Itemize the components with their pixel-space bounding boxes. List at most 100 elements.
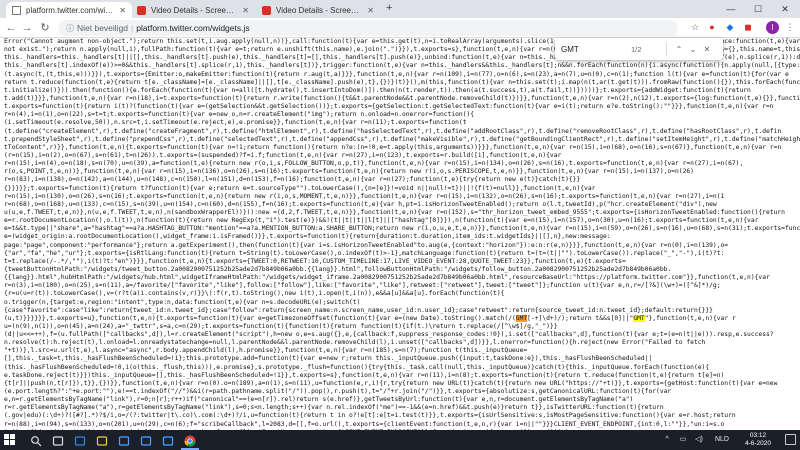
language-indicator[interactable]: NLD (710, 430, 734, 450)
code-line: o.trigger(n,{target:e,region:"intent",ty… (0, 299, 800, 307)
clock-date: 4-6-2020 (744, 440, 772, 447)
file-explorer-icon[interactable] (96, 434, 108, 446)
code-text: page:"page",component:"performance"};ret… (4, 241, 729, 249)
close-tab-icon[interactable]: ✕ (119, 6, 126, 15)
code-line: this._handlers[t].indexOf(e))>=0&&this._… (0, 62, 800, 70)
code-line: r=n(68),o=n(168),u=n(133),c=n(15),s=n(39… (0, 201, 800, 209)
code-line: {}}}}};t.exports=function(t){return t?fu… (0, 185, 800, 193)
code-line: e,n=r.getElementsByTagName("link"),r=0;n… (0, 396, 800, 404)
info-icon[interactable]: ⓘ (66, 24, 74, 33)
code-line: (this._hasFlushBeenScheduled=!0,i(o(this… (0, 364, 800, 372)
code-text: e=t&&t.type||"share",a="hashtag"==a?a.HA… (4, 225, 800, 233)
code-text: (d||u<<=++),f=(u.fullPath(["callbacks",d… (4, 331, 774, 339)
find-match-highlight: GMT (515, 314, 528, 322)
code-text: (.gov|edu)(:\d+)?([#?].*)?$/i,o=/(?:twit… (4, 412, 736, 420)
code-line: (t.async(t,(t,this,e)))}}),t.exports={Em… (0, 71, 800, 79)
code-text: r=n(3),i=n(100),o=n(25),s=n(11),a=/favor… (4, 282, 721, 290)
notifications-icon[interactable] (785, 434, 796, 445)
reload-button[interactable]: ↻ (38, 20, 52, 36)
screencastify-extension-icon[interactable]: ● (706, 21, 718, 34)
code-text: {tweetButtonHtmlPath:"/widgets/tweet_but… (4, 265, 672, 273)
code-text: t.add(t)}}},function(t,e,n){var r=n(18),… (4, 94, 800, 102)
code-line: (i.setTimeout(e.resolve,50)),n.src=t,i.s… (0, 119, 800, 127)
code-line: r=n(15),i=n(4),o=n(18),s=n(70),u=n(39),a… (0, 160, 800, 168)
code-line: r=n(83),i=n(138),o=n(142),a=n(144),u=n(1… (0, 176, 800, 184)
close-tab-icon[interactable]: ✕ (242, 6, 249, 15)
new-tab-button[interactable]: + (386, 2, 392, 14)
code-text: tToContent",r)}},function(t,e,n){t.expor… (4, 143, 782, 151)
address-bar[interactable]: ⓘ Niet beveiligd | platform.twitter.com/wid… (58, 20, 678, 36)
code-line: (t.define("createElement",r),t.define("c… (0, 128, 800, 136)
security-label: Niet beveiligd (77, 23, 129, 33)
volume-icon[interactable]: ◁) (692, 430, 706, 450)
code-line: (e.port.length?":"+e.port:""),e!==t.inde… (0, 388, 800, 396)
tab-screencastify-1[interactable]: Video Details - Screencastify ✕ (131, 2, 255, 18)
browser-toolbar: ← → ↻ ⓘ Niet beveiligd | platform.twitter.c… (0, 18, 800, 38)
find-previous-button[interactable]: ⌃ (672, 45, 686, 54)
code-text: {case"favorite":case"like":return{tweet_… (4, 306, 713, 314)
chrome-icon[interactable] (181, 434, 199, 450)
code-text: e,n=r.getElementsByTagName("link"),r=0;n… (4, 396, 634, 404)
code-text: {}}}}};t.exports=function(t){return t?fu… (4, 184, 596, 192)
clock-time: 03:12 (749, 432, 767, 439)
find-match-highlight: GMT (633, 314, 645, 322)
code-text: r=n(83),i=n(138),o=n(142),a=n(144),u=n(1… (4, 176, 581, 184)
network-icon[interactable]: ▭ (676, 430, 690, 450)
code-line: [],this._task=t,this._hasFlushBeenSchedu… (0, 355, 800, 363)
extension-icon[interactable]: ◆ (724, 21, 736, 34)
code-text: r=r.getElementsByTagName("a"),r=getEleme… (4, 404, 664, 412)
code-text: "},function(t,e,n){var r (644, 314, 736, 322)
minimize-button[interactable]: — (718, 0, 744, 18)
code-line: t.initialize()})).then(function(){e.forE… (0, 87, 800, 95)
task-view-icon[interactable] (52, 434, 64, 446)
bookmark-star-icon[interactable]: ☆ (689, 21, 701, 34)
mail-icon[interactable] (140, 434, 152, 446)
code-text: (r=n(15),i=n(2),o=n(67),s=n(61),t=n(26))… (4, 151, 562, 159)
code-text: {{lang}}.html",hubHtmlPath:"/widgets/hub… (4, 274, 770, 282)
code-text: (u,t)}}}}}},t.exports=u},function(t,e,n)… (4, 314, 516, 322)
code-line: r=n(15),i=n(130),o=n(26),s=n(16);t.expor… (0, 193, 800, 201)
code-line: "+t))},l.src=u.url(t,e),l.async="async",… (0, 347, 800, 355)
separator: | (131, 23, 134, 33)
code-text: u(u,e,f.TWEET,t,e,n)},n(u,e,f.TWEET,t,e,… (4, 208, 785, 216)
code-line: tToContent",r)}},function(t,e,n){t.expor… (0, 144, 800, 152)
find-input[interactable]: GMT (561, 45, 631, 54)
code-text: t.initialize()})).then(function(){e.forE… (4, 86, 751, 94)
search-icon[interactable] (30, 434, 42, 447)
code-text: [-+]\d+)/);return t&&s[0]||" (527, 314, 634, 322)
tab-widgets-js[interactable]: platform.twitter.com/widgets.js ✕ (6, 2, 132, 18)
code-line: e=(widget_origin:a.rootDocumentLocation(… (0, 233, 800, 241)
code-text: "+t))},l.src=u.url(t,e),l.async="async",… (4, 347, 528, 355)
code-line: {tweetButtonHtmlPath:"/widgets/tweet_but… (0, 266, 800, 274)
tray-up-icon[interactable]: ^ (660, 430, 674, 450)
menu-icon[interactable]: ⋮ (784, 21, 796, 34)
maximize-button[interactable]: ☐ (745, 0, 771, 18)
code-text: u=(n(9),n(1)),o=n(45),a=n(24),a="_twttr"… (4, 322, 558, 330)
edge-icon[interactable] (74, 434, 86, 446)
code-text: this._handlers[t].indexOf(e))>=0&&this._… (4, 62, 800, 70)
code-line: r=n(88),i=n(94),s=n(133),o=n(201),u=n(29… (0, 421, 800, 429)
close-tab-icon[interactable]: ✕ (367, 6, 374, 15)
tab-screencastify-2[interactable]: Video Details - Screencastify ✕ (256, 2, 380, 18)
profile-avatar[interactable]: I (766, 21, 779, 34)
find-next-button[interactable]: ⌄ (686, 45, 700, 54)
calendar-icon[interactable] (162, 434, 174, 446)
code-line: (d||u<<=++),f=(u.fullPath(["callbacks",d… (0, 331, 800, 339)
code-line: {t[r]||push(n,t[r]}),t}},{})}},function(… (0, 380, 800, 388)
code-text: n.resolve(t):h.reject(t),l.onload=l.onre… (4, 339, 706, 347)
back-button[interactable]: ← (4, 20, 18, 36)
store-icon[interactable] (118, 434, 130, 446)
system-clock[interactable]: 03:12 4-6-2020 (736, 432, 780, 448)
code-line: e=t&&t.type||"share",a="hashtag"==a?a.HA… (0, 225, 800, 233)
code-line: r=n(3),i=n(100),o=n(25),s=n(11),a=/favor… (0, 282, 800, 290)
close-window-button[interactable]: ✕ (772, 0, 798, 18)
page-content: Error("Cannot augment non-object.");retu… (0, 38, 800, 430)
forward-button[interactable]: → (20, 20, 34, 36)
code-line: (.gov|edu)(:\d+)?([#?].*)?$/i,o=/(?:twit… (0, 412, 800, 420)
code-line: t.exports=function(t){return i(t)?(funct… (0, 103, 800, 111)
code-line: e.taskDone.reject(t)}})this._inputQueue=… (0, 372, 800, 380)
find-bar: GMT 1/2 ⌃ ⌄ ✕ (555, 38, 723, 60)
find-close-button[interactable]: ✕ (700, 45, 714, 54)
extension-icon[interactable]: ◼ (742, 21, 754, 34)
windows-start-icon[interactable] (4, 434, 16, 446)
